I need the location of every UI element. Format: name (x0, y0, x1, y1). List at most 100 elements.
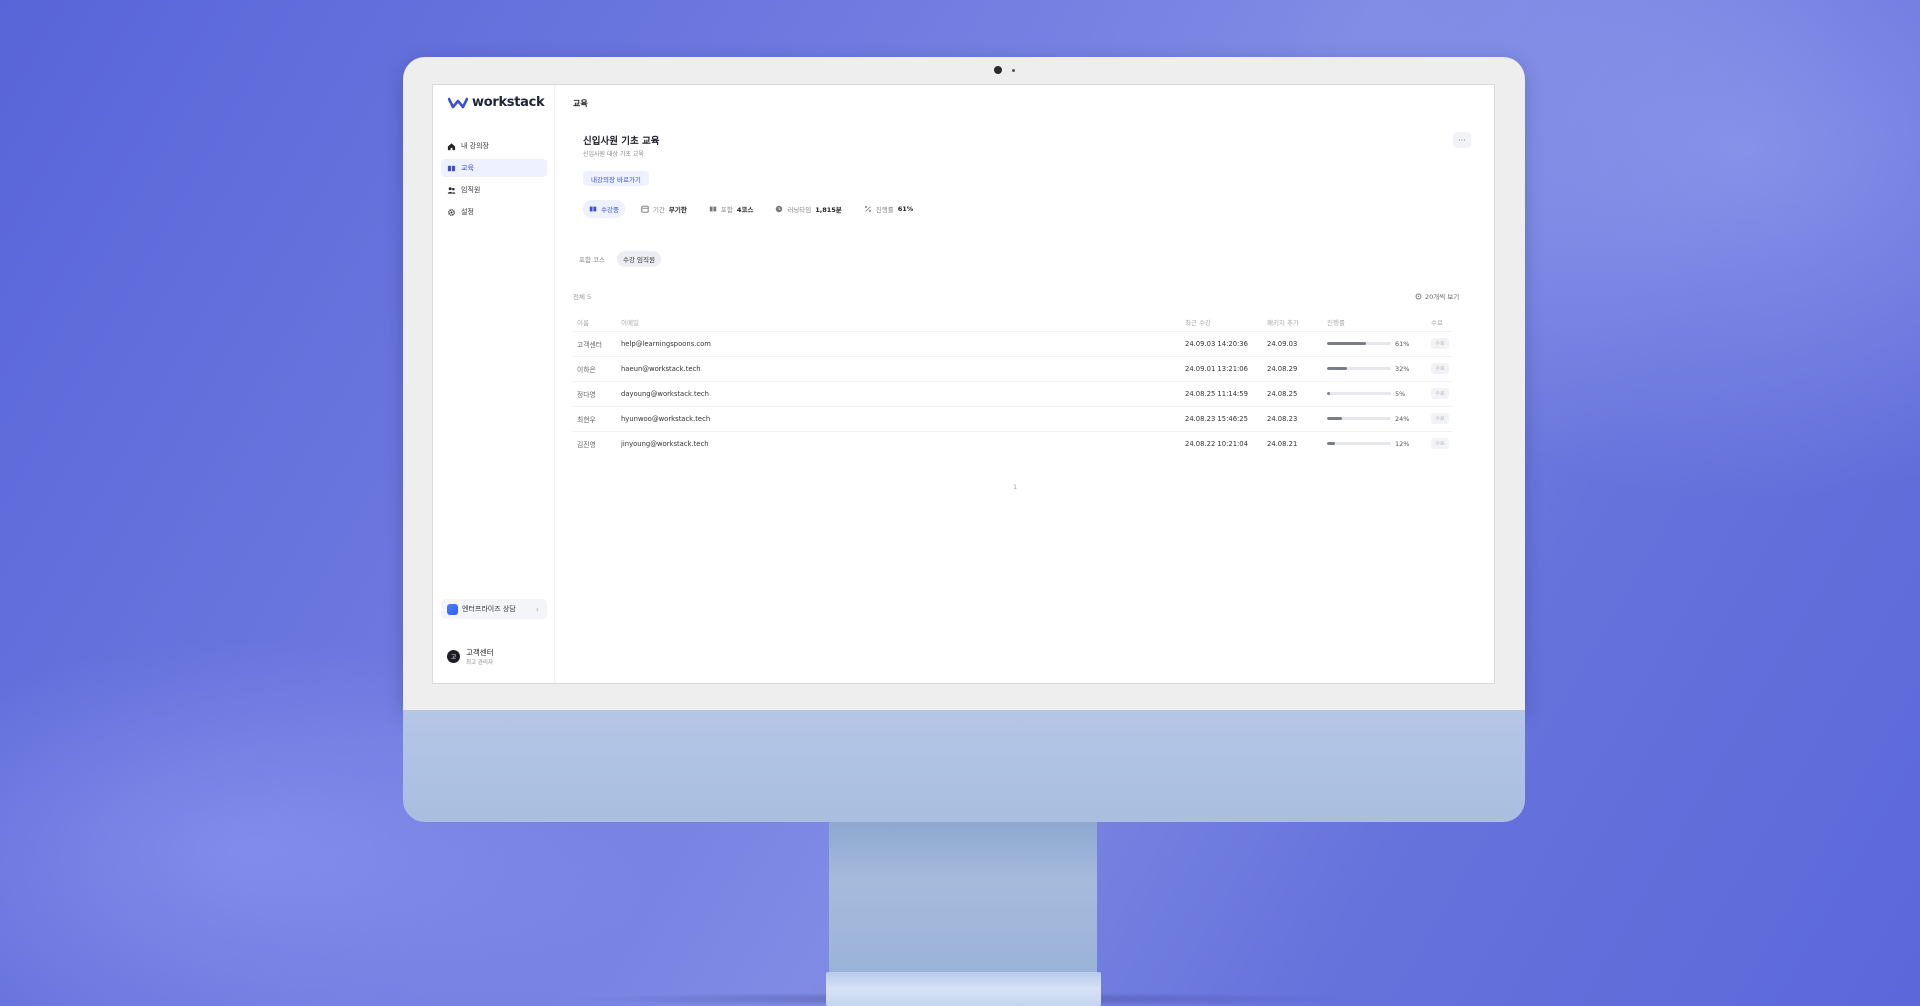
tab-enrolled-employees[interactable]: 수강 임직원 (617, 251, 661, 267)
sidebar-item-label: 임직원 (461, 186, 481, 194)
page-subtitle: 신입사원 대상 기초 교육 (583, 151, 644, 158)
logo-mark-icon (448, 97, 468, 108)
sidebar-item-education[interactable]: 교육 (441, 159, 547, 177)
column-header[interactable]: 진행률 (1323, 313, 1427, 331)
stat-label: 수강중 (601, 206, 619, 214)
sidebar-item-label: 설정 (461, 208, 474, 216)
cert-cell: 수료 (1427, 405, 1453, 431)
certificate-button[interactable]: 수료 (1431, 388, 1449, 399)
progress-bar (1327, 442, 1391, 446)
page-size-label: 20개씩 보기 (1425, 293, 1460, 301)
sidebar-item-settings[interactable]: 설정 (441, 203, 547, 221)
progress-wrap: 12% (1327, 440, 1427, 448)
camera-icon (994, 66, 1002, 74)
brand-name: workstack (472, 95, 545, 110)
camera-sensor-icon (1012, 69, 1015, 72)
progress-bar (1327, 392, 1391, 395)
home-icon (447, 142, 456, 150)
settings-icon (1415, 293, 1422, 299)
brand-logo[interactable]: workstack (448, 95, 545, 110)
table-row[interactable]: 이하은 haeun@workstack.tech 24.09.01 13:21:06… (573, 355, 1453, 381)
stat-running-time: 러닝타임 1,815분 (769, 200, 847, 218)
progress-fill (1327, 342, 1367, 345)
column-header[interactable]: 최근 수강 (1181, 313, 1263, 331)
main-content: 교육 신입사원 기초 교육 신입사원 대상 기초 교육 ··· 내강의장 바로가… (573, 85, 1483, 683)
sidebar: workstack 내 강의장 교육 임직원 설정 엔터프라이즈 상담 › 고 … (433, 85, 555, 683)
cert-cell: 수료 (1427, 380, 1453, 406)
page-size-selector[interactable]: 20개씩 보기 (1415, 291, 1459, 301)
stat-period: 기간 무기한 (635, 200, 693, 218)
progress-wrap: 5% (1327, 390, 1427, 398)
stat-label: 포함 (720, 206, 733, 214)
pagination-page[interactable]: 1 (1013, 483, 1017, 491)
percent-icon (864, 206, 871, 212)
progress-wrap: 61% (1327, 340, 1427, 348)
progress-cell: 32% (1323, 355, 1427, 381)
column-header[interactable]: 이메일 (617, 313, 1181, 331)
stat-included: 포함 4코스 (703, 200, 759, 218)
calendar-icon (641, 205, 649, 213)
progress-fill (1327, 367, 1348, 370)
sidebar-nav: 내 강의장 교육 임직원 설정 (441, 137, 547, 225)
employee-name: 고객센터 (573, 330, 617, 356)
chevron-right-icon: › (535, 604, 539, 614)
cert-cell: 수료 (1427, 430, 1453, 456)
monitor-stand-foot (826, 972, 1101, 1006)
users-icon (447, 186, 456, 194)
progress-bar (1327, 342, 1391, 345)
certificate-button[interactable]: 수료 (1431, 438, 1449, 450)
recent-study: 24.08.23 15:46:25 (1181, 405, 1263, 431)
enterprise-consult-button[interactable]: 엔터프라이즈 상담 › (441, 599, 547, 619)
stat-progress: 진행률 61% (858, 200, 920, 218)
tab-included-courses[interactable]: 포함 코스 (573, 251, 611, 267)
sidebar-item-label: 교육 (461, 164, 474, 172)
progress-cell: 24% (1323, 405, 1427, 431)
certificate-button[interactable]: 수료 (1431, 363, 1449, 374)
cert-cell: 수료 (1427, 355, 1453, 381)
enterprise-label: 엔터프라이즈 상담 (462, 605, 516, 613)
table-row[interactable]: 김진영 jinyoung@workstack.tech 24.08.22 10:21… (573, 430, 1453, 456)
stat-label: 진행률 (875, 206, 894, 214)
user-profile[interactable]: 고 고객센터 최고 관리자 (447, 647, 494, 666)
employee-name: 김진영 (573, 430, 617, 456)
certificate-button[interactable]: 수료 (1431, 338, 1449, 349)
table-row[interactable]: 최현우 hyunwoo@workstack.tech 24.08.23 15:46:… (573, 405, 1453, 431)
employee-email: haeun@workstack.tech (617, 355, 1181, 381)
go-to-lecture-button[interactable]: 내강의장 바로가기 (583, 171, 649, 186)
employee-name: 정다영 (573, 380, 617, 406)
book-icon (589, 206, 597, 212)
progress-fill (1327, 417, 1343, 420)
monitor-chin (403, 710, 1525, 822)
page-title: 신입사원 기초 교육 (583, 136, 660, 147)
layers-icon (709, 206, 717, 212)
sidebar-item-label: 내 강의장 (461, 142, 489, 150)
employee-table: 이름 이메일 최근 수강 패키지 추가 진행률 수료 고객센터 help@lear… (573, 313, 1453, 456)
progress-bar (1327, 417, 1391, 420)
column-header[interactable]: 패키지 추가 (1263, 313, 1323, 331)
stat-label: 기간 (652, 206, 665, 214)
course-stats: 수강중 기간 무기한 포함 4코스 러닝타임 1,815분 진행률 61% (583, 200, 919, 218)
table-row[interactable]: 고객센터 help@learningspoons.com 24.09.03 14:2… (573, 330, 1453, 356)
certificate-button[interactable]: 수료 (1431, 413, 1449, 424)
sidebar-item-employees[interactable]: 임직원 (441, 181, 547, 199)
progress-percent: 32% (1395, 364, 1410, 373)
progress-cell: 5% (1323, 380, 1427, 406)
stat-label: 러닝타임 (787, 206, 812, 214)
monitor-stand (829, 822, 1097, 972)
progress-bar (1327, 367, 1391, 370)
column-header[interactable]: 수료 (1427, 313, 1453, 331)
table-row[interactable]: 정다영 dayoung@workstack.tech 24.08.25 11:14:… (573, 380, 1453, 406)
stat-value: 무기한 (668, 206, 687, 214)
gear-icon (448, 208, 455, 216)
progress-cell: 61% (1323, 330, 1427, 356)
progress-wrap: 32% (1327, 365, 1427, 373)
package-added: 24.09.03 (1263, 330, 1323, 356)
employee-email: jinyoung@workstack.tech (617, 430, 1181, 456)
cert-cell: 수료 (1427, 330, 1453, 356)
stat-value: 1,815분 (815, 206, 842, 214)
more-options-button[interactable]: ··· (1453, 132, 1471, 148)
sidebar-item-my-lecture[interactable]: 내 강의장 (441, 137, 547, 155)
app-screen: workstack 내 강의장 교육 임직원 설정 엔터프라이즈 상담 › 고 … (432, 84, 1495, 684)
column-header[interactable]: 이름 (573, 313, 617, 331)
user-name: 고객센터 (466, 648, 494, 657)
